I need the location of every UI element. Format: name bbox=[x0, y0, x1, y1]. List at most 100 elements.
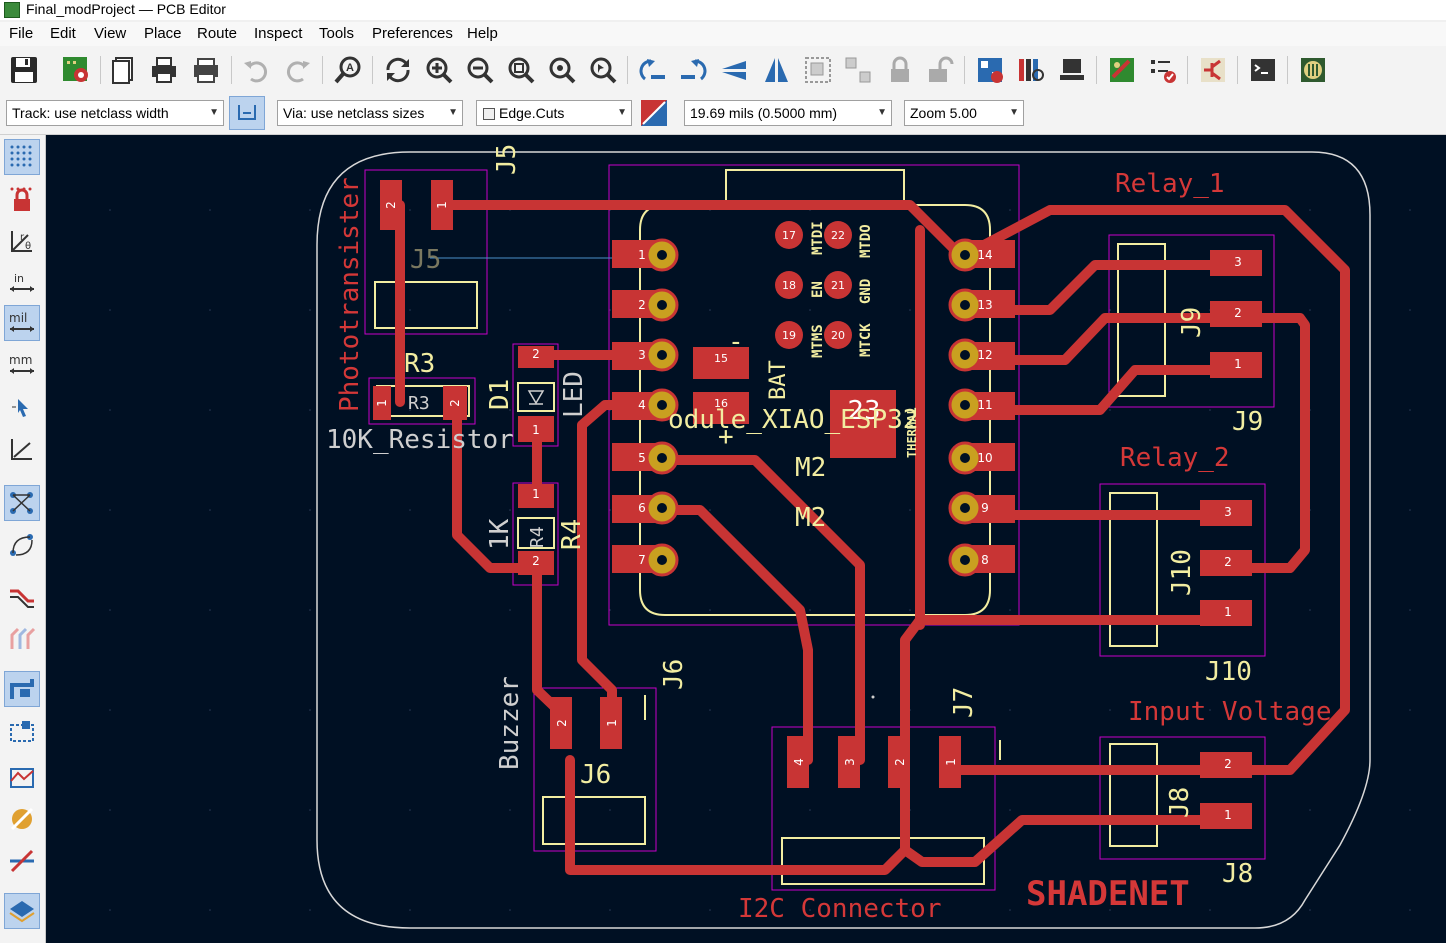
footprint-library-icon[interactable] bbox=[1013, 52, 1049, 88]
svg-text:2: 2 bbox=[1224, 757, 1232, 771]
polar-coords-icon[interactable]: rθ bbox=[4, 223, 40, 259]
zoom-out-icon[interactable] bbox=[462, 52, 498, 88]
pin-label: MTCK bbox=[858, 323, 874, 357]
refresh-icon[interactable] bbox=[380, 52, 416, 88]
rotate-ccw-icon[interactable] bbox=[634, 52, 670, 88]
j7-label: J7 bbox=[949, 687, 979, 718]
plugin-icon[interactable] bbox=[1295, 52, 1331, 88]
pad-number: 14 bbox=[977, 248, 992, 262]
m2-ref: M2 bbox=[795, 503, 826, 533]
auto-track-width-icon[interactable] bbox=[229, 96, 265, 130]
flip-vertical-icon[interactable] bbox=[716, 52, 752, 88]
svg-text:4: 4 bbox=[792, 758, 806, 766]
rotate-cw-icon[interactable] bbox=[676, 52, 712, 88]
print-icon[interactable] bbox=[146, 52, 182, 88]
layer-pair-icon[interactable] bbox=[637, 98, 671, 128]
j8-ref: J8 bbox=[1165, 787, 1195, 818]
pin-label: MTDI bbox=[810, 221, 826, 255]
svg-text:1: 1 bbox=[532, 423, 540, 437]
pad-number: 20 bbox=[831, 329, 845, 342]
menu-route[interactable]: Route bbox=[197, 25, 237, 42]
menu-file[interactable]: File bbox=[9, 25, 33, 42]
chevron-down-icon: ▼ bbox=[448, 107, 458, 118]
menu-edit[interactable]: Edit bbox=[50, 25, 76, 42]
grid-dots-icon[interactable] bbox=[4, 139, 40, 175]
curved-ratsnest-icon[interactable] bbox=[4, 527, 40, 563]
pad-number: 8 bbox=[981, 553, 989, 567]
relay1-label: Relay_1 bbox=[1115, 169, 1225, 199]
svg-text:in: in bbox=[14, 272, 24, 285]
j10-label: J10 bbox=[1205, 657, 1252, 687]
mils-icon[interactable]: mil bbox=[4, 305, 40, 341]
svg-text:1: 1 bbox=[605, 719, 619, 727]
page-settings-icon[interactable] bbox=[106, 52, 142, 88]
pad-number: 7 bbox=[638, 553, 646, 567]
track-width-select[interactable]: Track: use netclass width ▼ bbox=[6, 100, 224, 126]
ungroup-icon[interactable] bbox=[840, 52, 876, 88]
pad-number: 1 bbox=[638, 248, 646, 262]
via-outline-icon[interactable] bbox=[4, 621, 40, 657]
layer-select[interactable]: Edge.Cuts ▼ bbox=[476, 100, 632, 126]
svg-text:θ: θ bbox=[25, 241, 31, 252]
layers-icon[interactable] bbox=[4, 893, 40, 929]
svg-text:1: 1 bbox=[944, 758, 958, 766]
net-highlight-icon[interactable] bbox=[4, 843, 40, 879]
zoom-select[interactable]: Zoom 5.00 ▼ bbox=[904, 100, 1024, 126]
zone-outline-icon[interactable] bbox=[4, 713, 40, 749]
menu-tools[interactable]: Tools bbox=[319, 25, 354, 42]
plot-icon[interactable] bbox=[188, 52, 224, 88]
main-toolbar: A bbox=[0, 46, 1446, 94]
menu-help[interactable]: Help bbox=[467, 25, 498, 42]
j6-ref: J6 bbox=[580, 760, 611, 790]
menu-bar: File Edit View Place Route Inspect Tools… bbox=[0, 22, 1446, 46]
menu-view[interactable]: View bbox=[94, 25, 126, 42]
drc-icon[interactable] bbox=[1104, 52, 1140, 88]
chevron-down-icon: ▼ bbox=[617, 107, 627, 118]
board-setup-icon[interactable] bbox=[58, 52, 94, 88]
j5-ref: J5 bbox=[410, 245, 441, 275]
lock-icon[interactable] bbox=[882, 52, 918, 88]
millimeters-icon[interactable]: mm bbox=[4, 347, 40, 383]
zoom-selection-icon[interactable] bbox=[585, 52, 621, 88]
zoom-fit-icon[interactable] bbox=[503, 52, 539, 88]
zone-fill-icon[interactable] bbox=[4, 759, 40, 795]
via-size-select[interactable]: Via: use netclass sizes ▼ bbox=[277, 100, 463, 126]
inches-icon[interactable]: in bbox=[4, 265, 40, 301]
hide-icon[interactable] bbox=[4, 801, 40, 837]
crosshair-icon[interactable] bbox=[4, 431, 40, 467]
pad-outline-icon[interactable] bbox=[4, 671, 40, 707]
unlock-icon[interactable] bbox=[922, 52, 958, 88]
svg-text:2: 2 bbox=[893, 758, 907, 766]
svg-text:2: 2 bbox=[532, 554, 540, 568]
grid-select[interactable]: 19.69 mils (0.5000 mm) ▼ bbox=[684, 100, 892, 126]
netlist-icon[interactable] bbox=[972, 52, 1008, 88]
pad-number: 4 bbox=[638, 398, 646, 412]
scripting-console-icon[interactable] bbox=[1245, 52, 1281, 88]
chevron-down-icon: ▼ bbox=[209, 107, 219, 118]
r3-label: R3 bbox=[404, 349, 435, 379]
footprint-editor-icon[interactable] bbox=[1054, 52, 1090, 88]
led-label: LED bbox=[559, 371, 589, 418]
zoom-in-icon[interactable] bbox=[421, 52, 457, 88]
undo-icon[interactable] bbox=[238, 52, 274, 88]
mirror-icon[interactable] bbox=[758, 52, 794, 88]
j9-label: J9 bbox=[1232, 407, 1263, 437]
menu-preferences[interactable]: Preferences bbox=[372, 25, 453, 42]
pin-label: MTMS bbox=[810, 324, 826, 358]
rule-checker-icon[interactable] bbox=[1145, 52, 1181, 88]
svg-text:3: 3 bbox=[1234, 255, 1242, 269]
pcb-canvas[interactable]: 1 2 3 4 5 6 7 14 13 12 11 10 9 8 17 22 1… bbox=[46, 135, 1446, 943]
cursor-icon[interactable] bbox=[4, 389, 40, 425]
group-icon[interactable] bbox=[800, 52, 836, 88]
menu-place[interactable]: Place bbox=[144, 25, 182, 42]
track-outline-icon[interactable] bbox=[4, 579, 40, 615]
zoom-objects-icon[interactable] bbox=[544, 52, 580, 88]
find-icon[interactable]: A bbox=[330, 52, 366, 88]
zoom-value: Zoom 5.00 bbox=[910, 105, 977, 121]
ratsnest-icon[interactable] bbox=[4, 485, 40, 521]
schematic-icon[interactable] bbox=[1195, 52, 1231, 88]
save-icon[interactable] bbox=[6, 52, 42, 88]
lock-layer-icon[interactable] bbox=[4, 181, 40, 217]
menu-inspect[interactable]: Inspect bbox=[254, 25, 302, 42]
redo-icon[interactable] bbox=[280, 52, 316, 88]
